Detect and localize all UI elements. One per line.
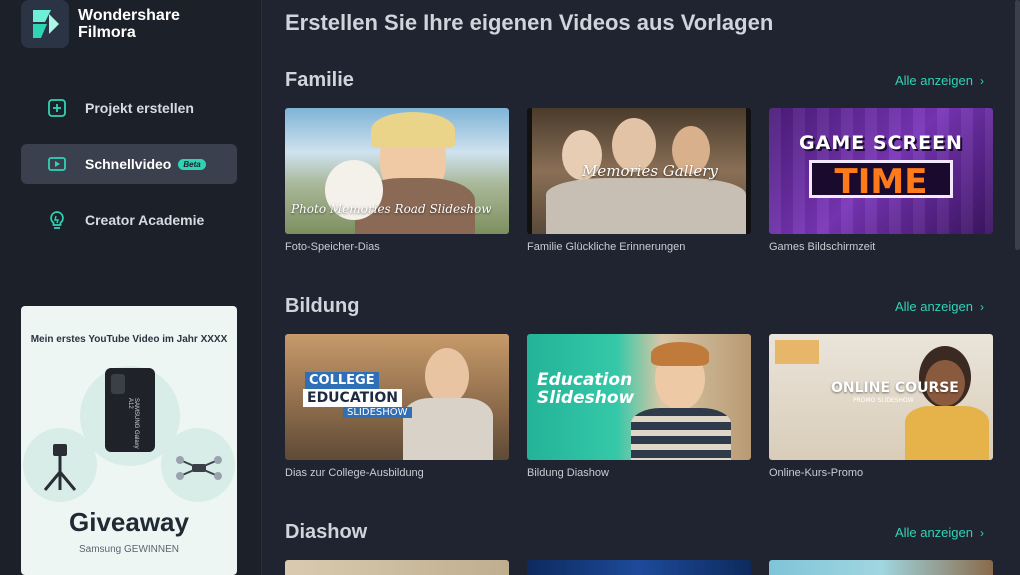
scrollbar[interactable] — [1015, 0, 1020, 250]
see-all-link-bildung[interactable]: Alle anzeigen › — [895, 299, 984, 314]
sidebar: Wondershare Filmora Projekt erstellen Sc… — [0, 0, 262, 575]
drone-icon — [176, 456, 222, 480]
section-title-diashow: Diashow — [285, 521, 368, 543]
phone-text: SAMSUNG Galaxy A12 — [127, 398, 139, 449]
main-content: Erstellen Sie Ihre eigenen Videos aus Vo… — [263, 0, 1020, 575]
see-all-label: Alle anzeigen — [894, 73, 973, 88]
template-thumbnail[interactable]: Photo Memories Road Slideshow — [285, 108, 509, 234]
page-title: Erstellen Sie Ihre eigenen Videos aus Vo… — [285, 10, 774, 35]
product-name: Filmora — [78, 24, 136, 41]
quick-video-icon — [48, 157, 66, 171]
see-all-link-diashow[interactable]: Alle anzeigen › — [895, 525, 984, 540]
lightbulb-icon — [50, 211, 64, 229]
chevron-right-icon: › — [980, 299, 984, 314]
thumbnail-overlay-text: GAME SCREEN — [799, 132, 963, 154]
template-label: Games Bildschirmzeit — [769, 241, 876, 253]
sidebar-item-label: Creator Academie — [85, 212, 205, 228]
promo-headline: Giveaway — [69, 507, 189, 537]
thumbnail-overlay-text: Memories Gallery — [582, 162, 718, 180]
thumbnail-overlay-text: ONLINE COURSE — [831, 380, 959, 396]
template-thumbnail[interactable]: GAME SCREEN TIME — [769, 108, 993, 234]
see-all-link-familie[interactable]: Alle anzeigen › — [895, 73, 984, 88]
template-label: Dias zur College-Ausbildung — [285, 467, 424, 479]
tripod-icon — [43, 444, 77, 491]
phone-image: SAMSUNG Galaxy A12 — [105, 368, 155, 452]
template-thumbnail[interactable] — [527, 560, 751, 575]
thumbnail-overlay-text: SLIDESHOW — [343, 407, 412, 418]
promo-banner[interactable]: Mein erstes YouTube Video im Jahr XXXX S… — [21, 306, 237, 575]
template-label: Foto-Speicher-Dias — [285, 241, 380, 253]
template-label: Online-Kurs-Promo — [769, 467, 864, 479]
template-card[interactable] — [527, 560, 751, 575]
thumbnail-overlay-text: Slideshow — [537, 388, 635, 408]
section-title-bildung: Bildung — [285, 295, 360, 317]
template-card[interactable]: GAME SCREEN TIME Games Bildschirmzeit — [769, 108, 993, 253]
template-thumbnail[interactable] — [285, 560, 509, 575]
template-card[interactable]: Memories Gallery Familie Glückliche Erin… — [527, 108, 751, 253]
chevron-right-icon: › — [980, 73, 984, 88]
template-card[interactable]: Photo Memories Road Slideshow Foto-Speic… — [285, 108, 509, 253]
see-all-label: Alle anzeigen — [894, 525, 973, 540]
beta-badge: Beta — [178, 158, 206, 170]
template-label: Familie Glückliche Erinnerungen — [527, 241, 686, 253]
template-card[interactable]: COLLEGE EDUCATION SLIDESHOW Dias zur Col… — [285, 334, 509, 479]
sidebar-item-creator-academie[interactable]: Creator Academie — [21, 200, 237, 240]
chevron-right-icon: › — [980, 525, 984, 540]
brand[interactable]: Wondershare Filmora — [21, 0, 180, 48]
section-title-familie: Familie — [285, 69, 354, 91]
template-thumbnail[interactable]: Memories Gallery — [527, 108, 751, 234]
brand-name: Wondershare — [78, 7, 180, 24]
see-all-label: Alle anzeigen — [894, 299, 973, 314]
thumbnail-overlay-text: Photo Memories Road Slideshow — [291, 202, 492, 216]
template-card[interactable] — [285, 560, 509, 575]
filmora-logo-icon — [21, 0, 69, 48]
template-thumbnail[interactable]: ONLINE COURSE PROMO SLIDESHOW — [769, 334, 993, 460]
sidebar-item-label: Schnellvideo — [85, 156, 172, 172]
template-thumbnail[interactable] — [769, 560, 993, 575]
template-card[interactable]: ONLINE COURSE PROMO SLIDESHOW Online-Kur… — [769, 334, 993, 479]
sidebar-item-schnellvideo[interactable]: Schnellvideo Beta — [21, 144, 237, 184]
template-thumbnail[interactable]: COLLEGE EDUCATION SLIDESHOW — [285, 334, 509, 460]
thumbnail-overlay-text: TIME — [809, 160, 953, 201]
thumbnail-overlay-text: EDUCATION — [303, 389, 402, 407]
sidebar-item-projekt-erstellen[interactable]: Projekt erstellen — [21, 88, 237, 128]
thumbnail-overlay-text: Education — [537, 370, 633, 390]
plus-square-icon — [48, 99, 66, 117]
promo-subline: Samsung GEWINNEN — [78, 544, 180, 555]
promo-title: Mein erstes YouTube Video im Jahr XXXX — [30, 334, 228, 345]
thumbnail-overlay-text: COLLEGE — [305, 372, 379, 389]
template-card[interactable]: Education Slideshow Bildung Diashow — [527, 334, 751, 479]
sidebar-item-label: Projekt erstellen — [85, 100, 194, 116]
template-card[interactable] — [769, 560, 993, 575]
template-thumbnail[interactable]: Education Slideshow — [527, 334, 751, 460]
template-label: Bildung Diashow — [527, 467, 609, 479]
thumbnail-overlay-text: PROMO SLIDESHOW — [853, 397, 914, 404]
